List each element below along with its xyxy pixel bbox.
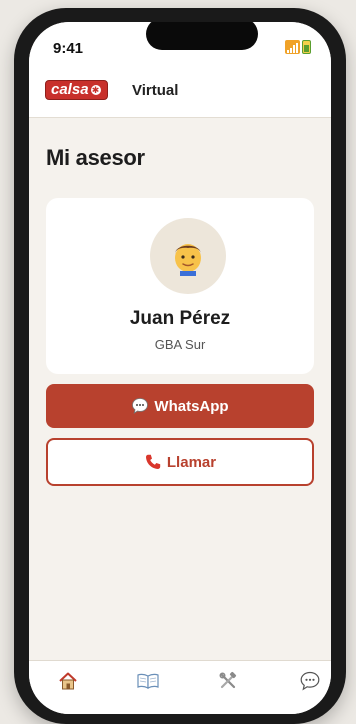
tab-chat[interactable]: [290, 667, 330, 695]
whatsapp-button[interactable]: WhatsApp: [46, 384, 314, 428]
battery-icon: [302, 40, 311, 54]
logo-star-icon: ✱: [90, 85, 101, 95]
bottom-tab-bar: [29, 660, 331, 714]
phone-frame: 9:41 calsa ✱ Virtual Mi asesor Juan Pére…: [14, 8, 346, 724]
speech-bubble-icon: [132, 398, 149, 414]
tab-home[interactable]: [48, 667, 88, 695]
calsa-logo[interactable]: calsa ✱: [45, 80, 108, 100]
book-icon: [137, 673, 159, 689]
tab-tools[interactable]: [208, 667, 248, 695]
phone-icon: [145, 454, 161, 469]
status-time: 9:41: [53, 40, 84, 57]
tools-icon: [219, 671, 237, 689]
call-label: Llamar: [166, 453, 217, 471]
man-face-icon: [175, 244, 201, 276]
dynamic-island: [146, 22, 258, 50]
app-header: calsa ✱ Virtual: [29, 68, 331, 118]
signal-icon: [285, 40, 300, 54]
call-button[interactable]: Llamar: [46, 438, 314, 486]
logo-text: calsa: [51, 81, 89, 98]
page-title: Mi asesor: [46, 145, 145, 170]
advisor-card: Juan Pérez GBA Sur: [46, 198, 314, 374]
advisor-zone: GBA Sur: [154, 337, 206, 352]
tab-catalog[interactable]: [128, 667, 168, 695]
chat-bubble-icon: [300, 671, 320, 691]
avatar: [150, 218, 226, 294]
header-title: Virtual: [132, 82, 179, 99]
app-screen: 9:41 calsa ✱ Virtual Mi asesor Juan Pére…: [29, 22, 331, 714]
status-icons: [285, 40, 311, 54]
whatsapp-label: WhatsApp: [154, 397, 229, 415]
home-icon: [59, 672, 77, 690]
advisor-name: Juan Pérez: [129, 308, 231, 329]
